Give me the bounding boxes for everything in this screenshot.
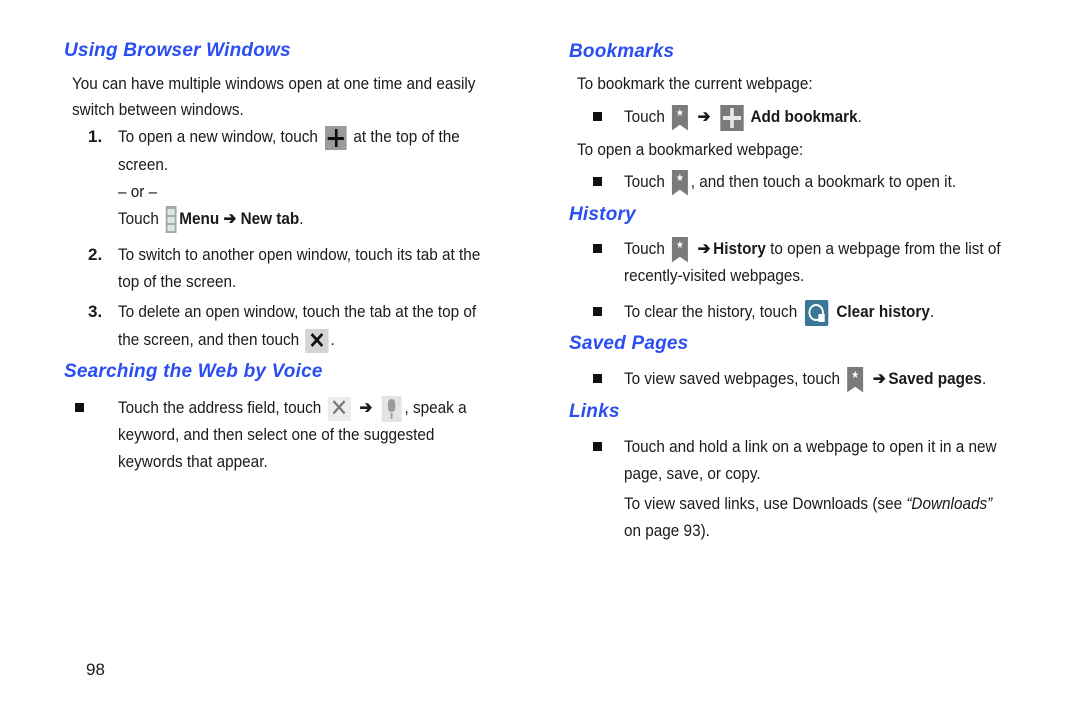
section-heading-saved-pages: Saved Pages [569, 333, 689, 354]
bookmarks-bullet-1: Touch ★ ➔ Add bookmark. [624, 103, 862, 131]
links-bullet-line-2: page, save, or copy. [624, 464, 761, 483]
voice-bullet-line-3: keywords that appear. [118, 452, 268, 471]
voice-text: Touch the address field, touch [118, 398, 322, 417]
history-text: to open a webpage from the list of [770, 239, 1001, 258]
step-number-2: 2. [88, 245, 103, 264]
or-separator: – or – [118, 182, 158, 201]
page-number: 98 [86, 660, 105, 679]
voice-bullet-line-2: keyword, and then select one of the sugg… [118, 425, 435, 444]
downloads-reference-link[interactable]: “Downloads” [906, 494, 992, 513]
touch-label: Touch [624, 107, 665, 126]
step-3-line-2: the screen, and then touch ✕. [118, 326, 335, 354]
touch-label: Touch [118, 209, 159, 228]
menu-icon [165, 206, 177, 234]
clear-history-label: Clear history [836, 302, 930, 321]
step-3-line-1: To delete an open window, touch the tab … [118, 302, 477, 321]
links-paragraph-text: To view saved links, use Downloads (see [624, 494, 907, 513]
arrow-icon: ➔ [359, 398, 373, 417]
bookmark-icon: ★ [671, 236, 688, 263]
period: . [857, 107, 862, 126]
close-icon: ✕ [305, 328, 329, 353]
bullet-icon [75, 403, 84, 412]
menu-new-tab-label: Menu ➔ New tab [179, 209, 300, 228]
close-icon: ✕ [327, 396, 351, 421]
step-2-line-1: To switch to another open window, touch … [118, 245, 481, 264]
bullet-icon [593, 177, 602, 186]
history-label: History [713, 239, 766, 258]
step-1-line-2: screen. [118, 155, 169, 174]
bookmark-icon: ★ [671, 169, 688, 196]
bullet-icon [593, 374, 602, 383]
touch-label: Touch [624, 239, 665, 258]
clear-history-text: To clear the history, touch [624, 302, 798, 321]
bookmarks-bullet-2-text: , and then touch a bookmark to open it. [690, 172, 957, 191]
step-1-text-after: at the top of the [353, 127, 460, 146]
section-heading-bookmarks: Bookmarks [569, 41, 675, 62]
step-1-alt: Touch Menu ➔ New tab. [118, 205, 304, 234]
history-bullet-1-line-2: recently-visited webpages. [624, 266, 805, 285]
period: . [299, 209, 304, 228]
saved-pages-label: Saved pages [888, 369, 982, 388]
plus-icon [324, 125, 347, 150]
history-bullet-2: To clear the history, touch Clear histor… [624, 298, 934, 326]
period: . [981, 369, 987, 388]
add-bookmark-label: Add bookmark [750, 107, 858, 126]
bullet-icon [593, 307, 602, 316]
period: . [330, 330, 335, 349]
step-1-line-1: To open a new window, touch at the top o… [118, 123, 460, 151]
bookmarks-paragraph-2: To open a bookmarked webpage: [577, 140, 804, 159]
history-bullet-1: Touch ★ ➔ History to open a webpage from … [624, 235, 1001, 263]
step-number-3: 3. [88, 302, 103, 321]
bookmarks-bullet-2: Touch ★, and then touch a bookmark to op… [624, 168, 956, 196]
saved-pages-bullet: To view saved webpages, touch ★ ➔ Saved p… [624, 365, 986, 393]
intro-line-2: switch between windows. [72, 100, 244, 119]
bookmarks-paragraph-1: To bookmark the current webpage: [577, 74, 813, 93]
section-heading-using-browser-windows: Using Browser Windows [64, 40, 291, 61]
touch-label: Touch [624, 172, 665, 191]
links-paragraph-line-2: on page 93). [624, 521, 710, 540]
arrow-icon: ➔ [872, 369, 886, 388]
voice-bullet-line-1: Touch the address field, touch ✕ ➔ , spe… [118, 394, 467, 422]
bullet-icon [593, 112, 602, 121]
step-number-1: 1. [88, 127, 103, 146]
links-paragraph-line-1: To view saved links, use Downloads (see … [624, 490, 992, 518]
bookmark-icon: ★ [847, 366, 864, 393]
clear-history-icon [805, 299, 829, 326]
arrow-icon: ➔ [697, 107, 711, 126]
bullet-icon [593, 442, 602, 451]
voice-text-after: , speak a [404, 398, 467, 417]
add-icon [720, 104, 744, 131]
period: . [929, 302, 935, 321]
section-heading-searching-web-by-voice: Searching the Web by Voice [64, 361, 323, 382]
saved-pages-text: To view saved webpages, touch [624, 369, 841, 388]
step-1-text-before: To open a new window, touch [118, 127, 318, 146]
arrow-icon: ➔ [697, 239, 711, 258]
links-bullet-line-1: Touch and hold a link on a webpage to op… [624, 437, 997, 456]
section-heading-links: Links [569, 401, 620, 422]
bullet-icon [593, 244, 602, 253]
step-2-line-2: top of the screen. [118, 272, 237, 291]
step-3-text: the screen, and then touch [118, 330, 300, 349]
intro-line-1: You can have multiple windows open at on… [72, 74, 476, 93]
microphone-icon [381, 395, 402, 422]
bookmark-icon: ★ [671, 104, 688, 131]
section-heading-history: History [569, 204, 636, 225]
